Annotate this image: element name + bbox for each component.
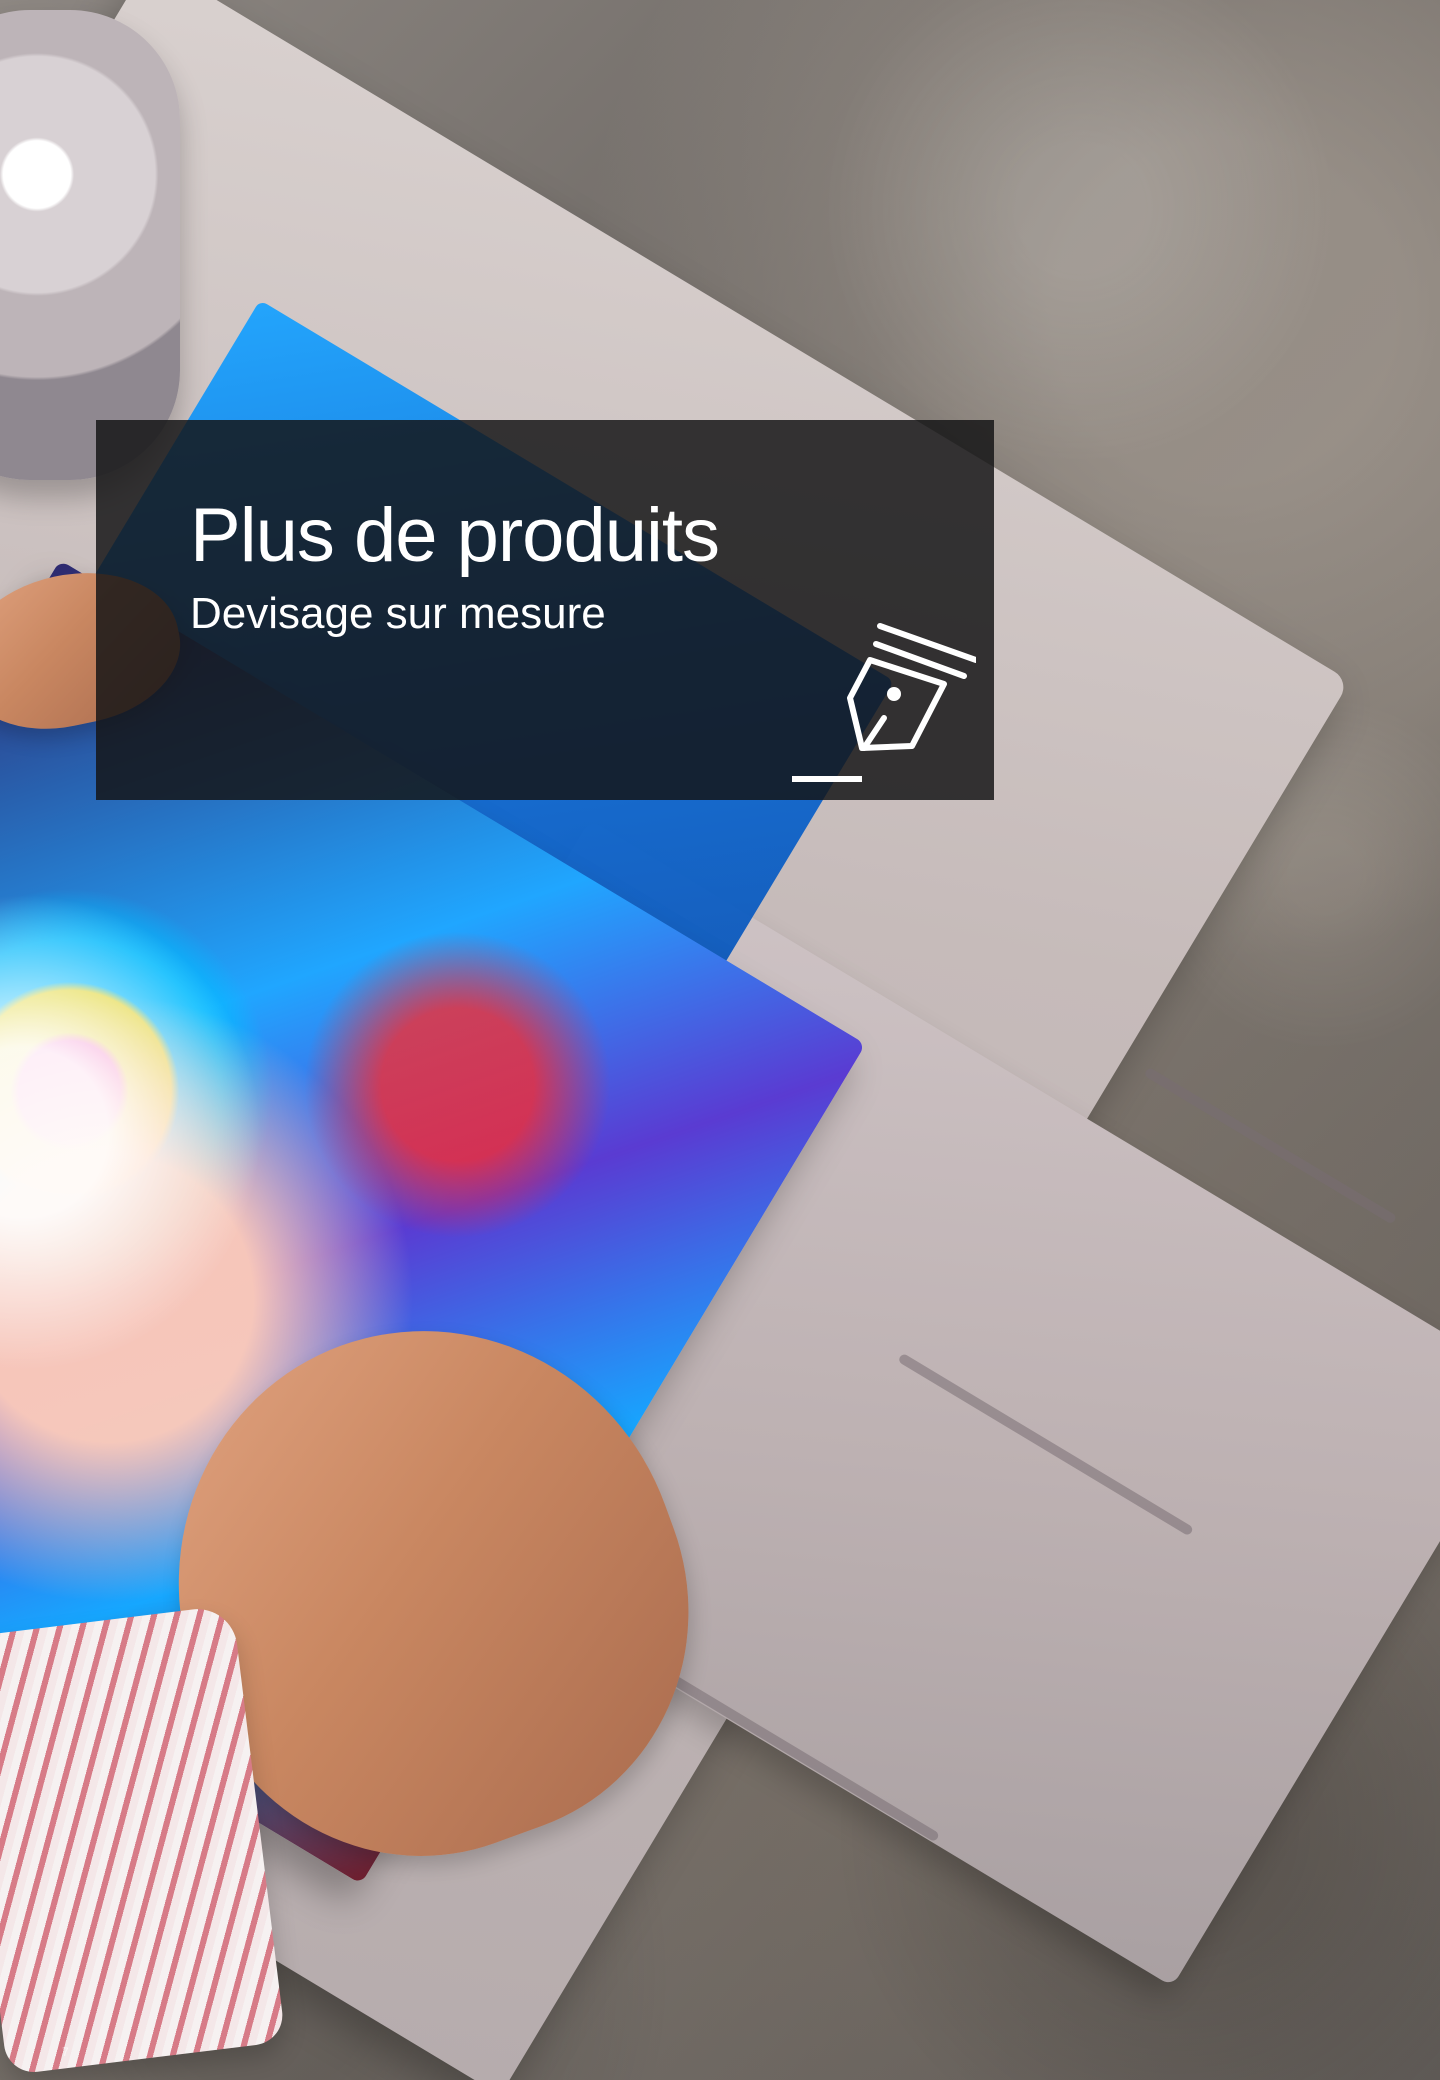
page-number: 7 — [62, 2045, 69, 2059]
fountain-pen-icon — [792, 623, 976, 782]
hero-subtitle: Devisage sur mesure — [190, 589, 606, 638]
hero-card: Plus de produits Devisage sur mesure — [96, 420, 994, 800]
hero-title: Plus de produits — [190, 493, 720, 578]
printer-roller — [0, 10, 180, 480]
page: Plus de produits Devisage sur mesure 7 — [0, 0, 1440, 2080]
